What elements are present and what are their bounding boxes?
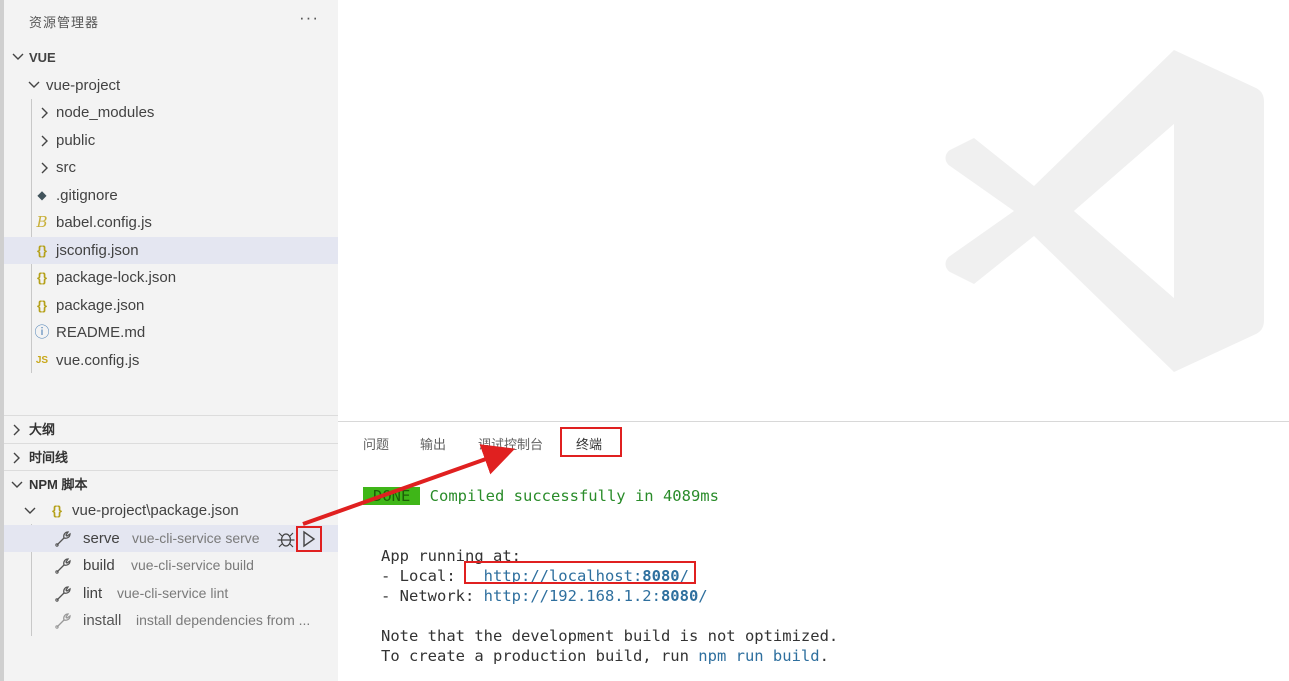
annotation-arrow [302,444,516,526]
